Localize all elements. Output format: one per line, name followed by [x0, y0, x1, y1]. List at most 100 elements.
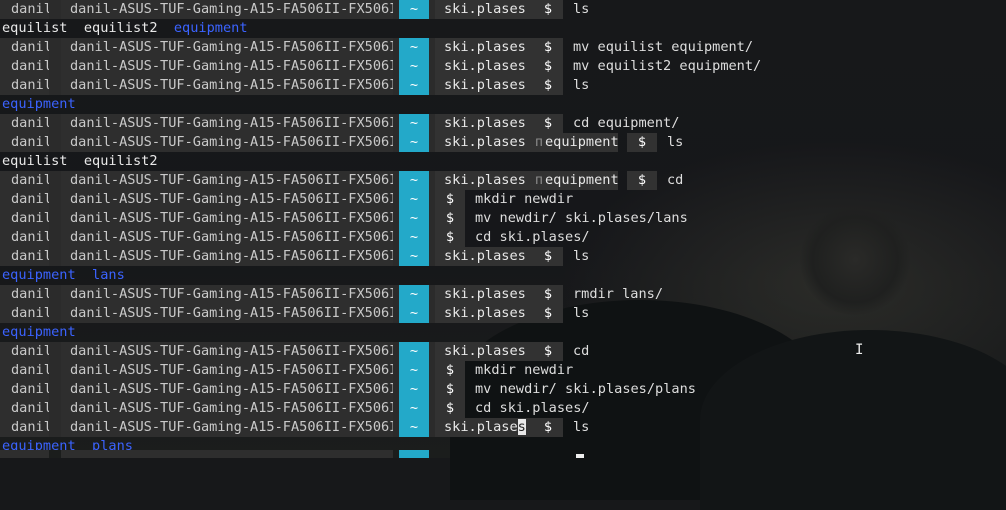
command-text[interactable]: mv newdir/ ski.plases/plans [475, 380, 696, 399]
segment-separator [49, 171, 61, 190]
prompt-host: danil-ASUS-TUF-Gaming-A15-FA506II-FX506I… [61, 38, 406, 57]
prompt-line: danil danil-ASUS-TUF-Gaming-A15-FA506II-F… [0, 247, 1006, 266]
command-output: equipment [0, 96, 76, 112]
command-text[interactable]: cd ski.plases/ [475, 228, 590, 247]
prompt-symbol: $ [533, 0, 563, 19]
git-branch-icon: п [533, 133, 545, 152]
command-text[interactable]: ls [573, 76, 589, 95]
text-cursor [576, 454, 584, 458]
prompt-line: danil danil-ASUS-TUF-Gaming-A15-FA506II-F… [0, 38, 1006, 57]
output-line: equilist equilist2 [0, 152, 1006, 171]
prompt-symbol: $ [435, 380, 465, 399]
home-icon: ~ [399, 361, 429, 380]
command-text[interactable]: ls [573, 0, 589, 19]
prompt-directory: ski.plases [435, 0, 533, 19]
prompt-user: danil [0, 228, 52, 247]
prompt-symbol: $ [533, 38, 563, 57]
command-text[interactable]: ls [573, 247, 589, 266]
prompt-user: danil [0, 171, 52, 190]
home-icon: ~ [399, 247, 429, 266]
prompt-line: danil danil-ASUS-TUF-Gaming-A15-FA506II-F… [0, 114, 1006, 133]
home-icon: ~ [399, 38, 429, 57]
command-output: equipment [0, 324, 76, 340]
prompt-symbol: $ [533, 114, 563, 133]
prompt-symbol: $ [533, 418, 563, 437]
segment-separator [49, 342, 61, 361]
ibeam-cursor-icon: Ι [855, 342, 864, 358]
command-text[interactable]: cd equipment/ [573, 114, 679, 133]
prompt-user: danil [0, 209, 52, 228]
directory-entry: equipment lans [2, 267, 125, 283]
segment-separator [49, 418, 61, 437]
output-line: equipment [0, 95, 1006, 114]
home-icon: ~ [399, 190, 429, 209]
directory-entry: equipment [2, 324, 76, 340]
home-icon: ~ [399, 171, 429, 190]
prompt-symbol: $ [533, 76, 563, 95]
prompt-host: danil-ASUS-TUF-Gaming-A15-FA506II-FX506I… [61, 361, 406, 380]
command-text[interactable]: mv equilist equipment/ [573, 38, 753, 57]
segment-separator [49, 76, 61, 95]
prompt-directory: ski.plases [435, 133, 533, 152]
prompt-host: danil-ASUS-TUF-Gaming-A15-FA506II-FX506I… [61, 285, 406, 304]
command-text[interactable]: ls [667, 133, 683, 152]
prompt-line: danil danil-ASUS-TUF-Gaming-A15-FA506II-F… [0, 361, 1006, 380]
user-segment [0, 450, 49, 458]
prompt-directory: ski.plases [435, 114, 533, 133]
home-icon: ~ [399, 76, 429, 95]
prompt-user: danil [0, 285, 52, 304]
segment-separator [49, 380, 61, 399]
command-text[interactable]: mv equilist2 equipment/ [573, 57, 761, 76]
command-text[interactable]: rmdir lans/ [573, 285, 663, 304]
home-icon: ~ [399, 399, 429, 418]
directory-entry: equipment [173, 20, 248, 36]
prompt-user: danil [0, 76, 52, 95]
command-text[interactable]: cd ski.plases/ [475, 399, 590, 418]
file-entry: equilist equilist2 [2, 20, 174, 36]
prompt-host: danil-ASUS-TUF-Gaming-A15-FA506II-FX506I… [61, 114, 406, 133]
prompt-host: danil-ASUS-TUF-Gaming-A15-FA506II-FX506I… [61, 380, 406, 399]
prompt-user: danil [0, 418, 52, 437]
command-text[interactable]: mv newdir/ ski.plases/lans [475, 209, 688, 228]
command-text[interactable]: mkdir newdir [475, 361, 573, 380]
home-icon: ~ [399, 114, 429, 133]
prompt-host: danil-ASUS-TUF-Gaming-A15-FA506II-FX506I… [61, 304, 406, 323]
prompt-line: danil danil-ASUS-TUF-Gaming-A15-FA506II-F… [0, 209, 1006, 228]
prompt-symbol: $ [627, 133, 657, 152]
prompt-host: danil-ASUS-TUF-Gaming-A15-FA506II-FX506I… [61, 190, 406, 209]
segment-separator [49, 57, 61, 76]
prompt-user: danil [0, 304, 52, 323]
command-text[interactable]: ls [573, 418, 589, 437]
prompt-host: danil-ASUS-TUF-Gaming-A15-FA506II-FX506I… [61, 76, 406, 95]
prompt-symbol: $ [435, 209, 465, 228]
command-text[interactable]: cd [573, 342, 589, 361]
command-text[interactable]: mkdir newdir [475, 190, 573, 209]
output-line: equipment lans [0, 266, 1006, 285]
prompt-host: danil-ASUS-TUF-Gaming-A15-FA506II-FX506I… [61, 0, 406, 19]
prompt-user: danil [0, 361, 52, 380]
prompt-line: danil danil-ASUS-TUF-Gaming-A15-FA506II-F… [0, 0, 1006, 19]
output-line: equipment [0, 323, 1006, 342]
prompt-host: danil-ASUS-TUF-Gaming-A15-FA506II-FX506I… [61, 342, 406, 361]
prompt-symbol: $ [533, 304, 563, 323]
prompt-line: danil danil-ASUS-TUF-Gaming-A15-FA506II-F… [0, 418, 1006, 437]
terminal-window[interactable]: danil danil-ASUS-TUF-Gaming-A15-FA506II-F… [0, 0, 1006, 456]
prompt-directory: ski.plases [435, 247, 533, 266]
home-icon: ~ [399, 57, 429, 76]
home-icon: ~ [399, 304, 429, 323]
prompt-line: danil danil-ASUS-TUF-Gaming-A15-FA506II-F… [0, 380, 1006, 399]
prompt-host: danil-ASUS-TUF-Gaming-A15-FA506II-FX506I… [61, 418, 406, 437]
command-text[interactable]: cd [667, 171, 683, 190]
segment-separator [49, 399, 61, 418]
prompt-line: danil danil-ASUS-TUF-Gaming-A15-FA506II-F… [0, 57, 1006, 76]
prompt-line: danil danil-ASUS-TUF-Gaming-A15-FA506II-F… [0, 399, 1006, 418]
prompt-directory: ski.plases [435, 57, 533, 76]
prompt-user: danil [0, 380, 52, 399]
file-entry: equilist equilist2 [2, 153, 158, 169]
prompt-user: danil [0, 0, 52, 19]
prompt-directory: ski.plases [435, 38, 533, 57]
prompt-user: danil [0, 38, 52, 57]
command-text[interactable]: ls [573, 304, 589, 323]
prompt-subdirectory: equipment [545, 133, 619, 152]
segment-separator [49, 114, 61, 133]
